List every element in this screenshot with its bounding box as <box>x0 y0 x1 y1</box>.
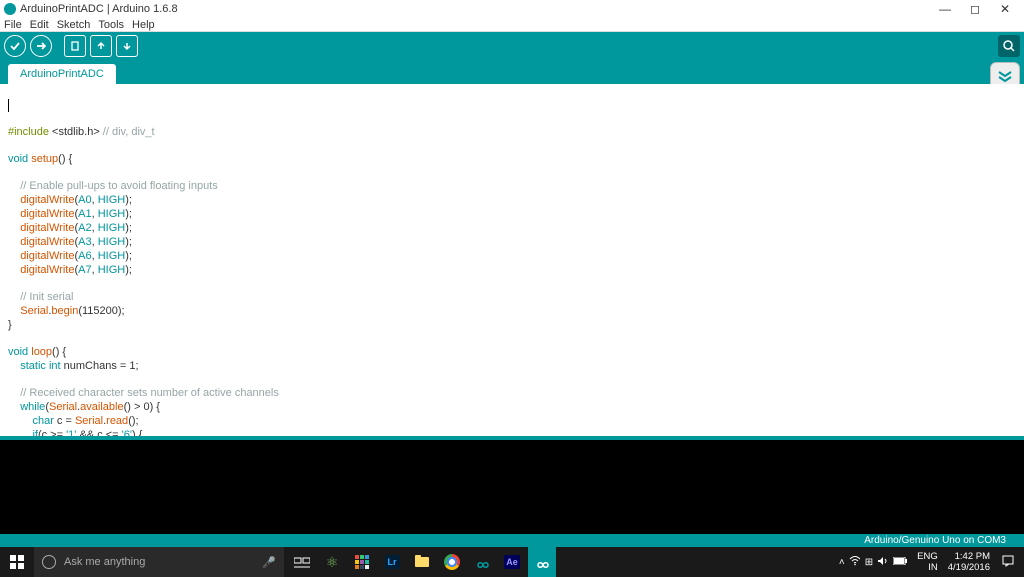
maximize-button[interactable]: ◻ <box>960 2 990 16</box>
output-console <box>0 440 1024 534</box>
status-bar: Arduino/Genuino Uno on COM3 <box>0 534 1024 547</box>
cortana-icon <box>42 555 56 569</box>
tray-wifi-icon[interactable] <box>849 556 861 569</box>
minimize-button[interactable]: — <box>930 2 960 16</box>
board-status: Arduino/Genuino Uno on COM3 <box>864 535 1006 546</box>
menu-tools[interactable]: Tools <box>98 19 124 31</box>
arduino-app-icon <box>4 3 16 15</box>
tray-chevron-icon[interactable]: ˄ <box>839 557 845 568</box>
text-cursor <box>8 99 9 112</box>
window-title: ArduinoPrintADC | Arduino 1.6.8 <box>20 3 930 15</box>
close-button[interactable]: ✕ <box>990 2 1020 16</box>
cortana-search[interactable]: Ask me anything 🎤 <box>34 547 284 577</box>
menu-help[interactable]: Help <box>132 19 155 31</box>
clock[interactable]: 1:42 PM4/19/2016 <box>948 551 990 573</box>
menu-bar: File Edit Sketch Tools Help <box>0 18 1024 32</box>
app-atom[interactable]: ⚛ <box>318 547 346 577</box>
toolbar <box>0 32 1024 60</box>
code-editor[interactable]: #include <stdlib.h> // div, div_t void s… <box>0 84 1024 436</box>
upload-button[interactable] <box>30 35 52 57</box>
verify-button[interactable] <box>4 35 26 57</box>
app-arduino-1[interactable] <box>468 547 496 577</box>
window-titlebar: ArduinoPrintADC | Arduino 1.6.8 — ◻ ✕ <box>0 0 1024 18</box>
menu-sketch[interactable]: Sketch <box>57 19 91 31</box>
app-grid[interactable] <box>348 547 376 577</box>
app-after-effects[interactable]: Ae <box>498 547 526 577</box>
tray-notifications-icon[interactable] <box>996 555 1020 570</box>
sketch-tab[interactable]: ArduinoPrintADC <box>8 64 116 84</box>
windows-taskbar: Ask me anything 🎤 ⚛ Lr Ae ˄ ⊞ ENGIN 1:42… <box>0 547 1024 577</box>
search-placeholder: Ask me anything <box>64 556 145 568</box>
serial-monitor-button[interactable] <box>998 35 1020 57</box>
tab-label: ArduinoPrintADC <box>20 68 104 80</box>
task-view-button[interactable] <box>288 547 316 577</box>
menu-edit[interactable]: Edit <box>30 19 49 31</box>
app-chrome[interactable] <box>438 547 466 577</box>
app-arduino-2[interactable] <box>528 547 556 577</box>
tray-volume-icon[interactable] <box>877 556 889 569</box>
tab-bar: ArduinoPrintADC <box>0 60 1024 84</box>
taskbar-apps: ⚛ Lr Ae <box>284 547 556 577</box>
app-file-explorer[interactable] <box>408 547 436 577</box>
save-button[interactable] <box>116 35 138 57</box>
tray-battery-icon[interactable] <box>893 557 907 568</box>
new-button[interactable] <box>64 35 86 57</box>
system-tray: ˄ ⊞ ENGIN 1:42 PM4/19/2016 <box>556 551 1024 573</box>
language-indicator[interactable]: ENGIN <box>913 551 942 573</box>
start-button[interactable] <box>0 547 34 577</box>
open-button[interactable] <box>90 35 112 57</box>
menu-file[interactable]: File <box>4 19 22 31</box>
mic-icon[interactable]: 🎤 <box>262 556 276 569</box>
tray-unknown-icon[interactable]: ⊞ <box>865 557 873 568</box>
app-lightroom[interactable]: Lr <box>378 547 406 577</box>
